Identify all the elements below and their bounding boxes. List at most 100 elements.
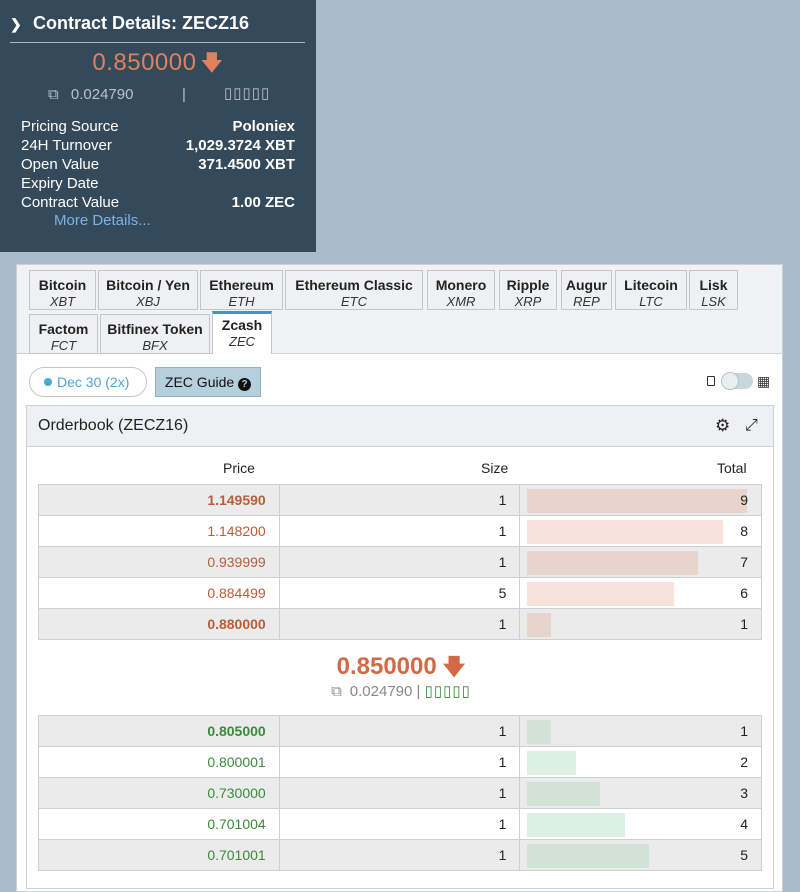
view-toggle[interactable]: ▦ xyxy=(707,372,771,390)
contract-info-row: Pricing Source Poloniex xyxy=(21,118,295,137)
tab-fct[interactable]: Factom FCT xyxy=(29,314,98,354)
tab-code: ZEC xyxy=(229,334,255,349)
order-price[interactable]: 0.701001 xyxy=(38,839,280,871)
info-label: Contract Value xyxy=(21,194,120,211)
arrow-down-icon: 🡇 xyxy=(442,654,466,679)
tab-code: ETH xyxy=(228,294,255,309)
order-price[interactable]: 0.730000 xyxy=(38,777,280,809)
order-price[interactable]: 1.148200 xyxy=(38,515,280,547)
expand-icon[interactable]: ⤢ xyxy=(745,406,758,446)
orderbook-row[interactable]: 1.149590 1 9 xyxy=(38,484,762,516)
last-price-value: 0.850000 xyxy=(92,49,197,76)
contract-info-list: Pricing Source Poloniex 24H Turnover 1,029.… xyxy=(21,118,295,213)
orderbook-title: Orderbook (ZECZ16) xyxy=(38,417,189,434)
tab-bfx[interactable]: Bitfinex Token BFX xyxy=(100,314,210,354)
orderbook-row[interactable]: 0.805000 1 1 xyxy=(38,715,762,747)
contract-selector-pill[interactable]: Dec 30 (2x) xyxy=(29,367,147,397)
order-price[interactable]: 1.149590 xyxy=(38,484,280,516)
order-size: 1 xyxy=(278,777,521,809)
order-total: 8 xyxy=(740,523,748,539)
order-size: 1 xyxy=(278,484,521,516)
order-total-cell: 7 xyxy=(519,546,762,578)
contract-details-header[interactable]: ❯ Contract Details: ZECZ16 xyxy=(10,8,305,43)
orderbook-header: Orderbook (ZECZ16) ⚙ ⤢ xyxy=(27,406,773,447)
tab-code: XRP xyxy=(514,294,542,309)
order-size: 1 xyxy=(278,608,521,640)
contract-info-row: Open Value 371.4500 XBT xyxy=(21,156,295,175)
order-price[interactable]: 0.800001 xyxy=(38,746,280,778)
orderbook-row[interactable]: 0.880000 1 1 xyxy=(38,608,762,640)
tab-eth[interactable]: Ethereum ETH xyxy=(200,270,283,310)
order-price[interactable]: 0.805000 xyxy=(38,715,280,747)
tab-xmr[interactable]: Monero XMR xyxy=(427,270,495,310)
orderbook-row[interactable]: 0.884499 5 6 xyxy=(38,577,762,609)
info-value: 371.4500 XBT xyxy=(198,156,295,173)
order-price[interactable]: 0.884499 xyxy=(38,577,280,609)
orderbook-row[interactable]: 0.730000 1 3 xyxy=(38,777,762,809)
depth-bar xyxy=(527,613,552,637)
tab-etc[interactable]: Ethereum Classic ETC xyxy=(285,270,423,310)
separator: | xyxy=(182,86,186,103)
toggle-knob[interactable] xyxy=(722,373,738,389)
bids-table: 0.805000 1 1 0.800001 1 2 0.730000 1 3 0.701004 1 4… xyxy=(38,715,762,871)
order-total: 5 xyxy=(740,847,748,863)
depth-bar xyxy=(527,582,675,606)
tab-name: Litecoin xyxy=(624,277,678,293)
tab-code: REP xyxy=(573,294,600,309)
order-size: 1 xyxy=(278,715,521,747)
order-total: 1 xyxy=(740,723,748,739)
tab-name: Lisk xyxy=(699,277,728,293)
tab-code: XBT xyxy=(49,294,76,309)
order-total: 9 xyxy=(740,492,748,508)
tab-lsk[interactable]: Lisk LSK xyxy=(689,270,738,310)
active-dot-icon xyxy=(44,378,52,386)
order-total-cell: 4 xyxy=(519,808,762,840)
info-value: Poloniex xyxy=(232,118,295,135)
contract-info-row: 24H Turnover 1,029.3724 XBT xyxy=(21,137,295,156)
info-label: Pricing Source xyxy=(21,118,119,135)
tab-rep[interactable]: Augur REP xyxy=(561,270,612,310)
orderbook-row[interactable]: 0.701001 1 5 xyxy=(38,839,762,871)
order-total-cell: 5 xyxy=(519,839,762,871)
external-link-icon[interactable]: ⧉ xyxy=(48,86,59,103)
tab-zec[interactable]: Zcash ZEC xyxy=(212,311,272,354)
question-circle-icon: ? xyxy=(238,378,252,391)
depth-bar xyxy=(527,551,699,575)
depth-bar xyxy=(527,489,748,513)
external-link-icon[interactable]: ⧉ xyxy=(331,683,342,700)
orderbook-row[interactable]: 0.701004 1 4 xyxy=(38,808,762,840)
price-subline: ⧉ 0.024790 | ▯▯▯▯▯ xyxy=(48,85,288,103)
info-label: Expiry Date xyxy=(21,175,99,192)
order-total-cell: 1 xyxy=(519,715,762,747)
asks-table: 1.149590 1 9 1.148200 1 8 0.939999 1 7 0.884499 5 6… xyxy=(38,484,762,640)
order-total-cell: 6 xyxy=(519,577,762,609)
contract-details-title: Contract Details: ZECZ16 xyxy=(33,13,250,33)
tab-xbt[interactable]: Bitcoin XBT xyxy=(29,270,96,310)
orderbook-row[interactable]: 0.800001 1 2 xyxy=(38,746,762,778)
tab-xrp[interactable]: Ripple XRP xyxy=(499,270,557,310)
order-price[interactable]: 0.880000 xyxy=(38,608,280,640)
guide-button[interactable]: ZEC Guide ? xyxy=(155,367,261,397)
size-column-header: Size xyxy=(481,460,509,476)
market-panel: Bitcoin XBT Bitcoin / Yen XBJ Ethereum ETH Eth… xyxy=(16,264,783,892)
more-details-link[interactable]: More Details... xyxy=(54,212,151,229)
gear-icon[interactable]: ⚙ xyxy=(715,406,730,446)
contract-info-row: Expiry Date xyxy=(21,175,295,194)
orderbook-row[interactable]: 1.148200 1 8 xyxy=(38,515,762,547)
tab-xbj[interactable]: Bitcoin / Yen XBJ xyxy=(98,270,198,310)
tab-ltc[interactable]: Litecoin LTC xyxy=(615,270,687,310)
orderbook-row[interactable]: 0.939999 1 7 xyxy=(38,546,762,578)
tab-name: Ethereum Classic xyxy=(295,277,413,293)
tab-name: Ripple xyxy=(506,277,550,293)
grid-view-icon: ▦ xyxy=(757,373,771,389)
info-label: Open Value xyxy=(21,156,100,173)
placeholder-glyphs: ▯▯▯▯▯ xyxy=(424,683,471,700)
info-value: 1,029.3724 XBT xyxy=(185,137,295,154)
depth-bar xyxy=(527,751,577,775)
order-price[interactable]: 0.701004 xyxy=(38,808,280,840)
tab-name: Bitfinex Token xyxy=(107,321,203,337)
order-total-cell: 3 xyxy=(519,777,762,809)
order-price[interactable]: 0.939999 xyxy=(38,546,280,578)
tab-name: Ethereum xyxy=(209,277,274,293)
chevron-down-icon[interactable]: ❯ xyxy=(10,9,28,39)
